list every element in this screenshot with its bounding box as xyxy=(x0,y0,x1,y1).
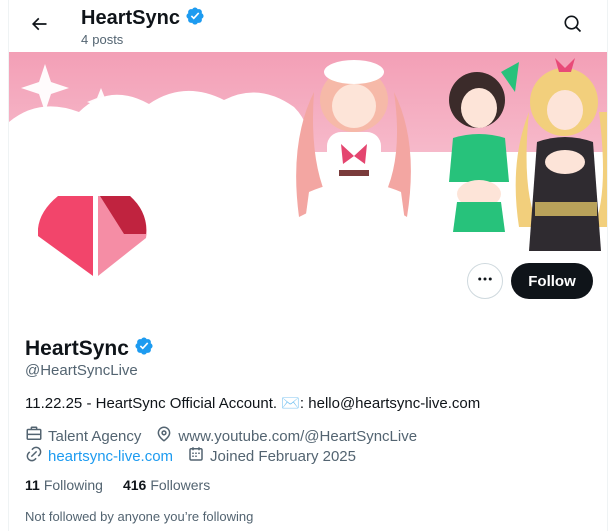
verified-badge-icon[interactable] xyxy=(134,336,154,361)
post-count-label: posts xyxy=(92,32,124,47)
location-pin-icon xyxy=(155,425,173,447)
not-followed-notice: Not followed by anyone you’re following xyxy=(25,509,254,524)
search-button[interactable] xyxy=(557,10,589,42)
profile-website[interactable]: heartsync-live.com xyxy=(25,445,173,467)
search-icon xyxy=(563,14,583,39)
link-icon xyxy=(25,445,43,467)
followers-stat[interactable]: 416 Followers xyxy=(123,477,210,493)
header-title: HeartSync xyxy=(81,6,205,31)
more-options-button[interactable] xyxy=(467,263,503,299)
calendar-icon xyxy=(187,445,205,467)
post-count: 4 posts xyxy=(81,32,123,47)
following-stat[interactable]: 11 Following xyxy=(25,477,103,493)
back-button[interactable] xyxy=(23,10,55,42)
following-count: 11 xyxy=(25,477,40,493)
arrow-left-icon xyxy=(29,14,49,39)
category-label: Talent Agency xyxy=(48,427,142,445)
profile-location: www.youtube.com/@HeartSyncLive xyxy=(155,425,417,447)
profile-meta-row-1: Talent Agency www.youtube.com/@HeartSync… xyxy=(25,425,431,447)
profile-meta-row-2: heartsync-live.com Joined February 2025 xyxy=(25,445,370,467)
profile-page: HeartSync 4 posts Follow HeartSync @Hear… xyxy=(8,0,608,531)
follow-button[interactable]: Follow xyxy=(511,263,593,299)
profile-avatar[interactable] xyxy=(23,166,163,306)
followers-count: 416 xyxy=(122,477,147,493)
verified-badge-icon xyxy=(185,6,205,31)
profile-handle: @HeartSyncLive xyxy=(25,362,138,379)
post-count-number: 4 xyxy=(81,32,89,47)
more-horizontal-icon xyxy=(476,270,494,293)
following-label: Following xyxy=(43,477,103,493)
profile-header: HeartSync 4 posts xyxy=(9,0,607,52)
profile-joined: Joined February 2025 xyxy=(187,445,356,467)
header-name: HeartSync xyxy=(81,7,180,29)
briefcase-icon xyxy=(25,425,43,447)
profile-name: HeartSync xyxy=(25,336,154,361)
followers-label: Followers xyxy=(150,477,211,493)
profile-category: Talent Agency xyxy=(25,425,141,447)
location-label: www.youtube.com/@HeartSyncLive xyxy=(178,427,418,445)
joined-label: Joined February 2025 xyxy=(210,447,356,465)
website-link[interactable]: heartsync-live.com xyxy=(48,448,173,465)
display-name: HeartSync xyxy=(25,336,129,360)
profile-bio: 11.22.25 - HeartSync Official Account. ✉… xyxy=(25,395,481,412)
heartsync-logo xyxy=(38,196,147,276)
follow-stats: 11 Following 416 Followers xyxy=(25,477,210,493)
